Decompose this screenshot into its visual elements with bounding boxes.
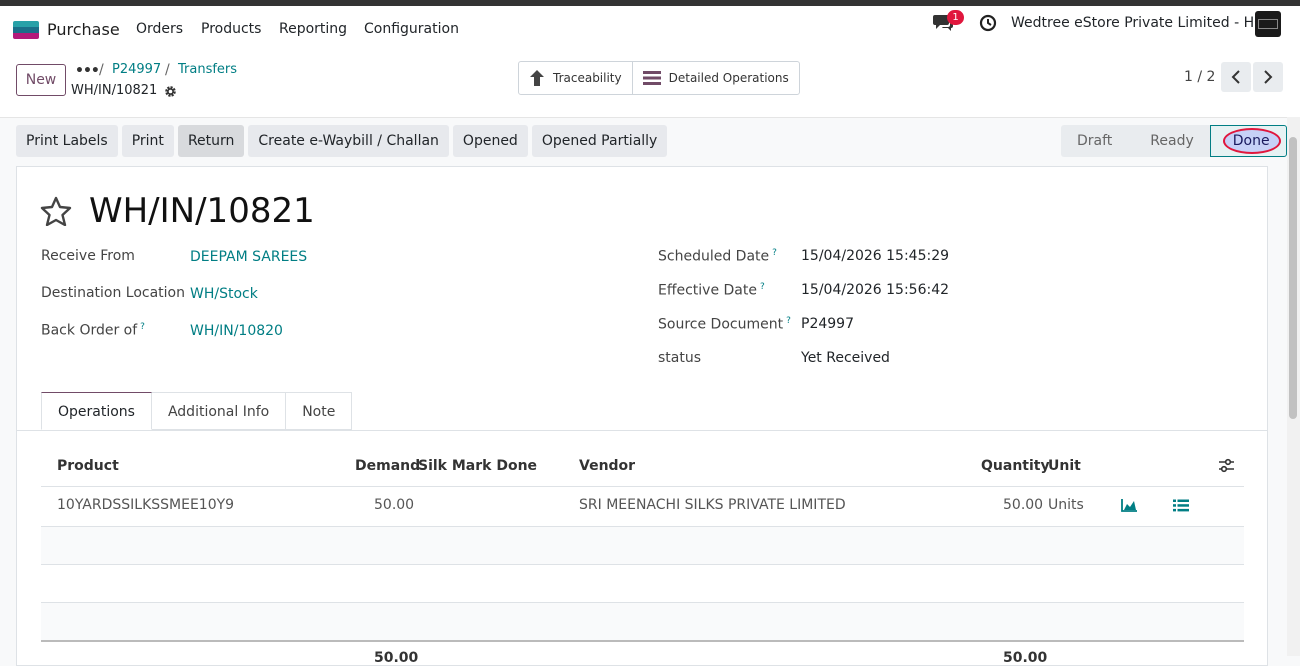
help-tooltip-icon[interactable]: ? xyxy=(140,322,145,332)
column-silk-mark-done[interactable]: Silk Mark Done xyxy=(418,458,537,474)
page-title: WH/IN/10821 xyxy=(89,191,315,231)
chat-badge: 1 xyxy=(947,10,964,25)
print-button[interactable]: Print xyxy=(121,125,174,157)
pager-previous-button[interactable] xyxy=(1221,62,1251,92)
source-document-label-text: Source Document xyxy=(658,316,784,333)
opened-button[interactable]: Opened xyxy=(452,125,528,157)
status-done[interactable]: Done xyxy=(1209,125,1287,157)
help-tooltip-icon[interactable]: ? xyxy=(786,316,791,326)
row-product[interactable]: 10YARDSSILKSSMEE10Y9 xyxy=(57,497,234,513)
column-vendor[interactable]: Vendor xyxy=(579,458,635,474)
menu-configuration[interactable]: Configuration xyxy=(364,21,459,37)
total-quantity: 50.00 xyxy=(1003,650,1048,666)
column-product[interactable]: Product xyxy=(57,458,119,474)
row-divider xyxy=(41,564,1244,565)
breadcrumb-p24997[interactable]: P24997 xyxy=(112,62,161,77)
effective-date-label-text: Effective Date xyxy=(658,282,757,299)
effective-date-value[interactable]: 15/04/2026 15:56:42 xyxy=(801,282,949,298)
arrow-up-icon xyxy=(530,70,544,86)
table-header-divider xyxy=(41,486,1244,487)
action-buttons: Print Labels Print Return Create e-Waybi… xyxy=(16,125,668,157)
receive-from-value[interactable]: DEEPAM SAREES xyxy=(190,249,307,265)
scheduled-date-label-text: Scheduled Date xyxy=(658,248,770,265)
help-tooltip-icon[interactable]: ? xyxy=(760,282,765,292)
status-ready-label: Ready xyxy=(1150,133,1194,149)
status-draft[interactable]: Draft xyxy=(1061,125,1129,157)
scrollbar-thumb[interactable] xyxy=(1289,137,1297,419)
star-icon[interactable] xyxy=(40,196,72,226)
empty-row xyxy=(41,527,1244,564)
status-bar: Draft Ready Done xyxy=(1061,125,1287,157)
breadcrumb-separator: / xyxy=(165,62,170,78)
receive-from-label: Receive From xyxy=(41,248,135,264)
pager-value[interactable]: 1 / 2 xyxy=(1184,69,1215,85)
chevron-right-icon xyxy=(1264,70,1273,84)
breadcrumb-more-icon[interactable]: ••• xyxy=(75,63,100,79)
status-ready[interactable]: Ready xyxy=(1128,125,1210,157)
clock-icon[interactable] xyxy=(979,14,997,32)
breadcrumb-transfers[interactable]: Transfers xyxy=(178,62,237,77)
row-demand[interactable]: 50.00 xyxy=(374,497,414,513)
scheduled-date-value[interactable]: 15/04/2026 15:45:29 xyxy=(801,248,949,264)
new-button[interactable]: New xyxy=(16,64,66,96)
pager-next-button[interactable] xyxy=(1253,62,1283,92)
tab-additional-info[interactable]: Additional Info xyxy=(151,392,287,430)
effective-date-label: Effective Date? xyxy=(658,282,765,299)
app-name[interactable]: Purchase xyxy=(47,20,120,39)
total-demand: 50.00 xyxy=(374,650,419,666)
row-unit[interactable]: Units xyxy=(1048,497,1084,513)
smart-button-group: Traceability Detailed Operations xyxy=(518,61,800,95)
menu-orders[interactable]: Orders xyxy=(136,21,183,37)
forecast-chart-icon[interactable] xyxy=(1121,498,1138,512)
destination-location-value[interactable]: WH/Stock xyxy=(190,286,258,302)
column-demand[interactable]: Demand xyxy=(355,458,420,474)
detailed-operations-label: Detailed Operations xyxy=(668,71,789,85)
print-labels-button[interactable]: Print Labels xyxy=(16,125,118,157)
traceability-button[interactable]: Traceability xyxy=(519,62,632,94)
gear-icon[interactable] xyxy=(164,85,177,98)
record-name: WH/IN/10821 xyxy=(71,83,158,98)
menu-reporting[interactable]: Reporting xyxy=(279,21,347,37)
back-order-label: Back Order of? xyxy=(41,322,145,339)
optional-columns-icon[interactable] xyxy=(1218,458,1235,474)
opened-partially-button[interactable]: Opened Partially xyxy=(531,125,668,157)
traceability-label: Traceability xyxy=(553,71,622,85)
app-logo-icon[interactable] xyxy=(13,21,39,39)
totals-divider xyxy=(41,640,1244,642)
back-order-label-text: Back Order of xyxy=(41,322,138,339)
control-panel: New ••• / P24997 / Transfers WH/IN/10821… xyxy=(0,53,1300,118)
list-icon xyxy=(642,71,661,85)
column-quantity[interactable]: Quantity xyxy=(981,458,1050,474)
tab-operations[interactable]: Operations xyxy=(41,392,152,430)
column-unit[interactable]: Unit xyxy=(1048,458,1081,474)
back-order-value[interactable]: WH/IN/10820 xyxy=(190,323,283,339)
row-quantity[interactable]: 50.00 xyxy=(1003,497,1043,513)
notebook-tabs: Operations Additional Info Note xyxy=(41,392,353,430)
source-document-value[interactable]: P24997 xyxy=(801,316,854,332)
chevron-left-icon xyxy=(1231,70,1240,84)
status-draft-label: Draft xyxy=(1077,133,1113,149)
company-switcher[interactable]: Wedtree eStore Private Limited - HO xyxy=(1011,15,1265,31)
return-button[interactable]: Return xyxy=(177,125,245,157)
help-tooltip-icon[interactable]: ? xyxy=(772,248,777,258)
destination-location-label: Destination Location xyxy=(41,285,185,301)
menu-products[interactable]: Products xyxy=(201,21,261,37)
status-value[interactable]: Yet Received xyxy=(801,350,890,366)
status-label: status xyxy=(658,350,702,366)
empty-row xyxy=(41,603,1244,640)
scheduled-date-label: Scheduled Date? xyxy=(658,248,777,265)
user-avatar[interactable] xyxy=(1255,11,1281,37)
row-vendor[interactable]: SRI MEENACHI SILKS PRIVATE LIMITED xyxy=(579,497,846,513)
tab-note[interactable]: Note xyxy=(286,392,353,430)
status-done-label: Done xyxy=(1232,133,1270,149)
breadcrumb-separator: / xyxy=(99,62,104,78)
details-list-icon[interactable] xyxy=(1173,499,1189,512)
source-document-label: Source Document? xyxy=(658,316,791,333)
create-ewaybill-button[interactable]: Create e-Waybill / Challan xyxy=(248,125,449,157)
detailed-operations-button[interactable]: Detailed Operations xyxy=(631,62,799,94)
